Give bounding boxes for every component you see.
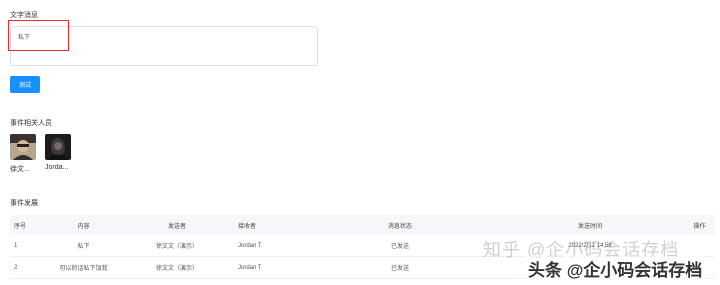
table-cell: 徐文文（演示） — [155, 266, 198, 272]
events-section-label: 事件发展 — [10, 200, 38, 207]
table-cell: Jordan T — [238, 242, 262, 249]
people-section-label: 事件相关人员 — [10, 120, 52, 127]
person-photo-icon — [45, 134, 71, 160]
table-cell: 徐文文（演示） — [155, 244, 198, 250]
table-cell: 2 — [14, 264, 18, 271]
column-header: 接收者 — [238, 223, 257, 230]
watermark-toutiao: 头条 @企小码会话存档 — [525, 256, 706, 281]
table-cell: 1 — [14, 242, 18, 249]
column-header: 发送者 — [167, 223, 186, 230]
column-header: 消息状态 — [387, 223, 412, 230]
person-photo-icon — [10, 134, 36, 160]
table-cell: Jordan T — [238, 264, 262, 271]
avatar-name: Jorda... — [45, 164, 69, 171]
table-cell: 已发送 — [390, 266, 409, 272]
avatar[interactable] — [10, 134, 36, 160]
column-header: 操作 — [693, 223, 706, 230]
avatar[interactable] — [45, 134, 71, 160]
message-section-label: 文字消息 — [10, 12, 38, 19]
annotation-highlight-box — [8, 20, 69, 51]
column-header: 发送时间 — [577, 223, 602, 230]
send-button[interactable]: 测试 — [10, 76, 40, 93]
column-header: 序号 — [14, 223, 27, 230]
table-header-row: 序号 内容 发送者 接收者 消息状态 发送时间 操作 — [10, 215, 715, 235]
column-header: 内容 — [77, 223, 90, 230]
table-cell: 可以的话私下加我 — [59, 266, 108, 272]
table-cell: 已发送 — [390, 244, 409, 250]
table-cell: 私下 — [77, 244, 90, 250]
avatar-name: 徐文... — [10, 166, 30, 173]
